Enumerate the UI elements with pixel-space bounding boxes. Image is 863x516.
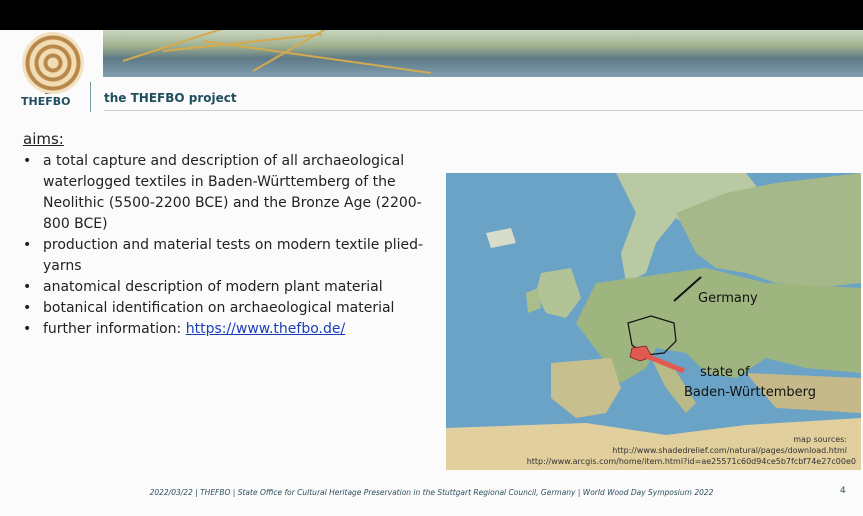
presentation-slide: THEFBO the THEFBO project aims: a total … — [0, 30, 863, 516]
map-source-2: http://www.arcgis.com/home/item.html?id=… — [526, 457, 856, 466]
map-sources-title: map sources: — [793, 435, 847, 444]
europe-map-image — [446, 173, 861, 470]
further-info-label: further information: — [43, 321, 186, 337]
logo-text: THEFBO — [21, 95, 71, 108]
tree-ring-logo-icon — [22, 32, 84, 94]
title-rule — [104, 110, 863, 111]
germany-label: Germany — [698, 291, 758, 306]
list-item: botanical identification on archaeologic… — [23, 298, 443, 319]
list-item: production and material tests on modern … — [23, 235, 443, 277]
slide-footer: 2022/03/22 | THEFBO | State Office for C… — [149, 488, 714, 497]
video-top-bar — [0, 0, 863, 30]
state-label-line2: Baden-Württemberg — [684, 385, 816, 400]
map-source-1: http://www.shadedrelief.com/natural/page… — [612, 446, 847, 455]
list-item: further information: https://www.thefbo.… — [23, 319, 443, 340]
page-number: 4 — [840, 486, 846, 496]
header-divider — [90, 82, 91, 112]
list-item: a total capture and description of all a… — [23, 151, 443, 235]
europe-map: Germany state of Baden-Württemberg map s… — [446, 173, 861, 470]
list-item: anatomical description of modern plant m… — [23, 277, 443, 298]
aims-list: a total capture and description of all a… — [23, 151, 443, 340]
reed-stem — [202, 40, 431, 75]
project-title: the THEFBO project — [104, 91, 237, 105]
aims-heading: aims: — [23, 130, 64, 148]
header-banner-image — [103, 30, 863, 77]
state-label-line1: state of — [700, 365, 750, 380]
thefbo-website-link[interactable]: https://www.thefbo.de/ — [186, 321, 345, 337]
